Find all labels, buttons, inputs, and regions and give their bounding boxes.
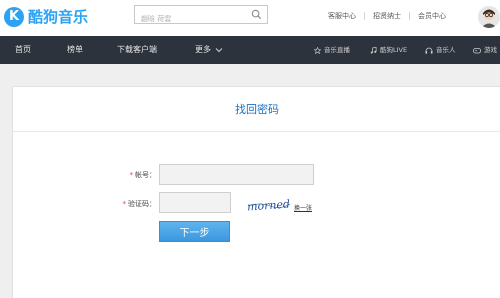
search-icon[interactable]: [251, 9, 262, 20]
avatar-icon: [478, 6, 500, 28]
account-label-text: 帐号：: [135, 171, 156, 179]
captcha-label-text: 验证码：: [128, 200, 156, 208]
kugou-logo[interactable]: K 酷狗音乐: [4, 6, 88, 27]
top-bar: K 酷狗音乐 客服中心 招贤纳士 会员中心: [0, 0, 500, 36]
find-password-panel: 找回密码: [12, 86, 500, 298]
captcha-input[interactable]: [160, 196, 230, 216]
nav-live-streaming-label: 音乐直播: [324, 46, 350, 54]
member-center-link[interactable]: 会员中心: [418, 11, 446, 21]
chevron-down-icon: [215, 48, 223, 53]
top-links: 客服中心 招贤纳士 会员中心: [328, 11, 446, 21]
next-step-button[interactable]: 下一步: [159, 221, 230, 242]
required-marker: *: [129, 171, 134, 179]
customer-service-link[interactable]: 客服中心: [328, 11, 356, 21]
headphones-icon: [425, 47, 433, 54]
music-note-icon: [370, 46, 377, 54]
star-icon: [314, 46, 321, 54]
nav-download-client[interactable]: 下载客户端: [117, 36, 157, 64]
account-label: * 帐号：: [112, 170, 157, 180]
kugou-logo-icon: K: [4, 6, 24, 27]
page-title: 找回密码: [13, 87, 500, 132]
captcha-field: [159, 192, 231, 216]
search-box: [134, 5, 268, 28]
divider: [364, 12, 365, 20]
nav-musicians-label: 音乐人: [436, 46, 456, 54]
nav-live-streaming[interactable]: 音乐直播: [314, 36, 350, 64]
nav-musicians[interactable]: 音乐人: [425, 36, 456, 64]
nav-home[interactable]: 首页: [15, 36, 31, 64]
gamepad-icon: [473, 47, 481, 53]
nav-kugou-live[interactable]: 酷狗LIVE: [370, 36, 407, 64]
required-marker: *: [122, 200, 127, 208]
nav-charts[interactable]: 榜单: [67, 36, 83, 64]
nav-games-label: 游戏: [484, 46, 497, 54]
refresh-captcha-link[interactable]: 换一张: [294, 203, 312, 212]
account-field: [159, 164, 314, 188]
main-nav: 首页 榜单 下载客户端 更多 音乐直播 酷狗LIVE 音乐人 游戏: [0, 36, 500, 64]
brand-name: 酷狗音乐: [28, 8, 89, 26]
captcha-label: * 验证码：: [102, 199, 157, 209]
nav-games[interactable]: 游戏: [473, 36, 497, 64]
search-input[interactable]: [135, 10, 245, 28]
nav-kugou-live-label: 酷狗LIVE: [380, 46, 408, 54]
divider: [409, 12, 410, 20]
nav-more-label: 更多: [195, 45, 211, 54]
account-input[interactable]: [160, 168, 313, 188]
captcha-image[interactable]: morned: [246, 197, 292, 213]
nav-more[interactable]: 更多: [195, 36, 223, 64]
user-avatar[interactable]: [478, 6, 500, 28]
careers-link[interactable]: 招贤纳士: [373, 11, 401, 21]
